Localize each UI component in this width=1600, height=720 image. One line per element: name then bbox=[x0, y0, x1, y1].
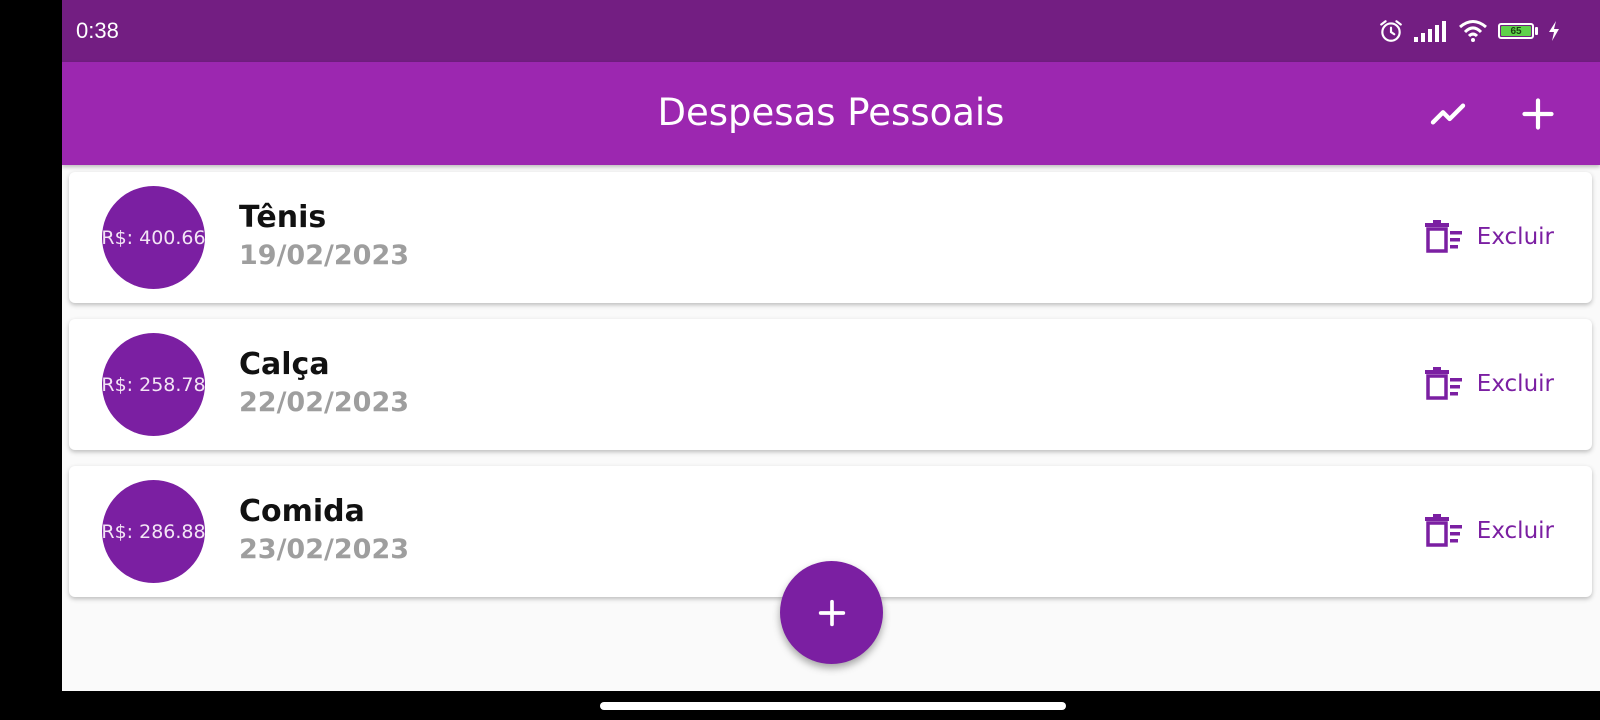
value-avatar: R$: 286.88 bbox=[102, 480, 205, 583]
app-screen: 0:38 65 Despesas Pessoais R$: 400.66 Tên… bbox=[62, 0, 1600, 691]
alarm-icon bbox=[1380, 20, 1402, 42]
chart-button[interactable] bbox=[1424, 90, 1472, 138]
battery-icon: 65 bbox=[1498, 23, 1538, 39]
delete-button[interactable]: Excluir bbox=[1424, 514, 1554, 548]
status-bar: 0:38 65 bbox=[62, 0, 1600, 62]
add-button[interactable] bbox=[1514, 90, 1562, 138]
value-avatar: R$: 258.78 bbox=[102, 333, 205, 436]
wifi-icon bbox=[1459, 20, 1487, 42]
transaction-date: 23/02/2023 bbox=[239, 534, 410, 565]
app-bar: Despesas Pessoais bbox=[62, 62, 1600, 165]
add-icon bbox=[818, 599, 845, 626]
value-label: R$: 286.88 bbox=[102, 520, 205, 543]
status-time: 0:38 bbox=[76, 18, 119, 43]
transaction-date: 19/02/2023 bbox=[239, 240, 410, 271]
page-title: Despesas Pessoais bbox=[657, 91, 1005, 134]
delete-label: Excluir bbox=[1476, 518, 1554, 544]
transaction-date: 22/02/2023 bbox=[239, 387, 410, 418]
value-avatar: R$: 400.66 bbox=[102, 186, 205, 289]
delete-label: Excluir bbox=[1476, 371, 1554, 397]
value-label: R$: 258.78 bbox=[102, 373, 205, 396]
charging-icon bbox=[1549, 21, 1559, 41]
transaction-title: Tênis bbox=[239, 200, 327, 235]
delete-sweep-icon bbox=[1424, 514, 1462, 547]
delete-button[interactable]: Excluir bbox=[1424, 367, 1554, 401]
delete-button[interactable]: Excluir bbox=[1424, 220, 1554, 254]
value-label: R$: 400.66 bbox=[102, 226, 205, 249]
delete-label: Excluir bbox=[1476, 224, 1554, 250]
add-transaction-fab[interactable] bbox=[780, 561, 883, 664]
transaction-title: Comida bbox=[239, 494, 365, 529]
delete-sweep-icon bbox=[1424, 367, 1462, 400]
gesture-nav-handle[interactable] bbox=[600, 702, 1066, 710]
status-icons: 65 bbox=[1378, 18, 1560, 44]
transaction-card: R$: 400.66 Tênis 19/02/2023 Excluir bbox=[69, 172, 1592, 303]
add-icon bbox=[1522, 98, 1554, 130]
battery-level: 65 bbox=[1501, 26, 1531, 37]
transaction-card: R$: 258.78 Calça 22/02/2023 Excluir bbox=[69, 319, 1592, 450]
transaction-title: Calça bbox=[239, 347, 330, 382]
chart-icon bbox=[1430, 103, 1466, 125]
signal-icon bbox=[1414, 21, 1446, 42]
delete-sweep-icon bbox=[1424, 220, 1462, 253]
